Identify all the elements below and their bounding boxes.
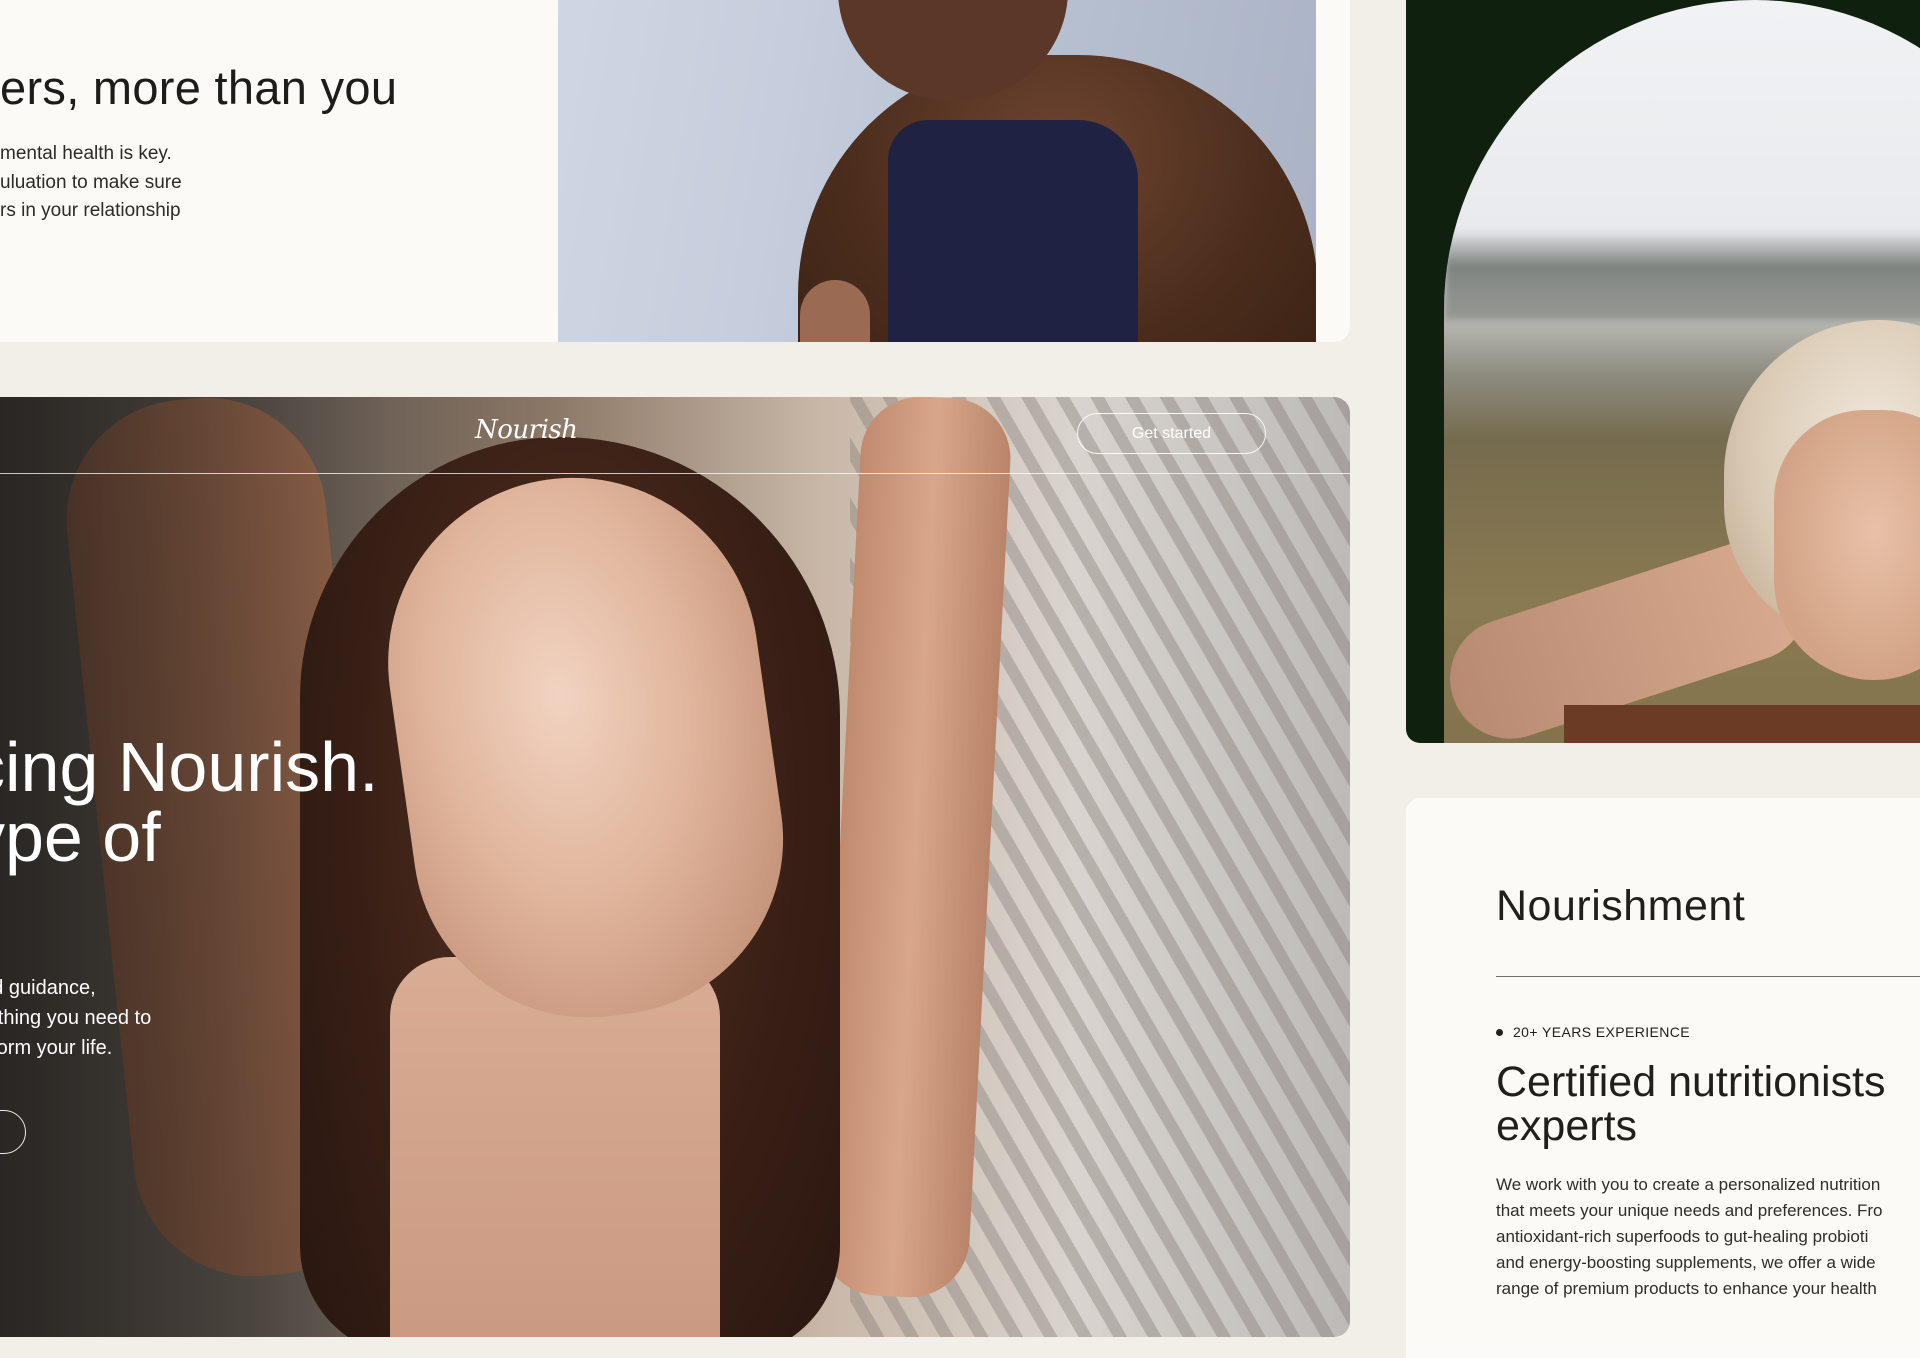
mental-health-heading: ers, more than you — [0, 61, 398, 114]
mental-health-body: mental health is key. uluation to make s… — [0, 140, 182, 226]
divider — [1496, 976, 1920, 977]
nutritionists-heading-line-1: Certified nutritionists — [1496, 1058, 1886, 1106]
nutritionists-body-line-4: and energy-boosting supplements, we offe… — [1496, 1253, 1876, 1272]
nourishment-brand: Nourishment — [1496, 882, 1746, 930]
nutritionists-body-line-1: We work with you to create a personalize… — [1496, 1175, 1881, 1194]
hero-title-line-2: ype of — [0, 798, 161, 876]
nutritionists-body-line-5: range of premium products to enhance you… — [1496, 1279, 1877, 1298]
portrait-card — [1406, 0, 1920, 743]
hero-body-line-3: nsform your life. — [0, 1037, 113, 1059]
hero-body-line-2: erything you need to — [0, 1007, 152, 1029]
nutritionists-heading-line-2: experts — [1496, 1102, 1638, 1150]
athlete-tank-top — [888, 120, 1138, 342]
hero-title-line-3: . — [0, 872, 379, 942]
portrait-shirt — [1564, 705, 1920, 743]
experience-badge-label: 20+ YEARS EXPERIENCE — [1513, 1024, 1690, 1040]
hero-card: Nourish Get started cing Nourish. ype of… — [0, 397, 1350, 1337]
hero-title-line-1: cing Nourish. — [0, 728, 379, 806]
hero-title: cing Nourish. ype of . — [0, 732, 379, 942]
background-trees — [1444, 230, 1920, 320]
hero-navbar: Nourish Get started — [0, 397, 1350, 474]
nutritionists-body: We work with you to create a personalize… — [1496, 1172, 1883, 1302]
mental-health-card: ers, more than you mental health is key.… — [0, 0, 1350, 342]
nutritionists-body-line-3: antioxidant-rich superfoods to gut-heali… — [1496, 1227, 1869, 1246]
hero-body-line-1: and guidance, — [0, 977, 96, 999]
portrait-face — [1774, 410, 1920, 680]
get-started-button[interactable]: Get started — [1077, 413, 1266, 454]
nourish-logo[interactable]: Nourish — [475, 415, 578, 445]
hero-body: and guidance, erything you need to nsfor… — [0, 973, 151, 1063]
arched-portrait-photo — [1444, 0, 1920, 743]
athlete-hand — [800, 280, 870, 342]
mental-health-line-1: mental health is key. — [0, 143, 172, 164]
bullet-dot-icon — [1496, 1028, 1503, 1036]
mental-health-line-3: rs in your relationship — [0, 200, 181, 221]
athlete-photo — [558, 0, 1316, 342]
nutritionists-heading: Certified nutritionists experts — [1496, 1060, 1886, 1148]
experience-badge: 20+ YEARS EXPERIENCE — [1496, 1024, 1690, 1040]
nourishment-info-card: Nourishment 20+ YEARS EXPERIENCE Certifi… — [1406, 798, 1920, 1358]
nutritionists-body-line-2: that meets your unique needs and prefere… — [1496, 1201, 1883, 1220]
mental-health-line-2: uluation to make sure — [0, 171, 182, 193]
